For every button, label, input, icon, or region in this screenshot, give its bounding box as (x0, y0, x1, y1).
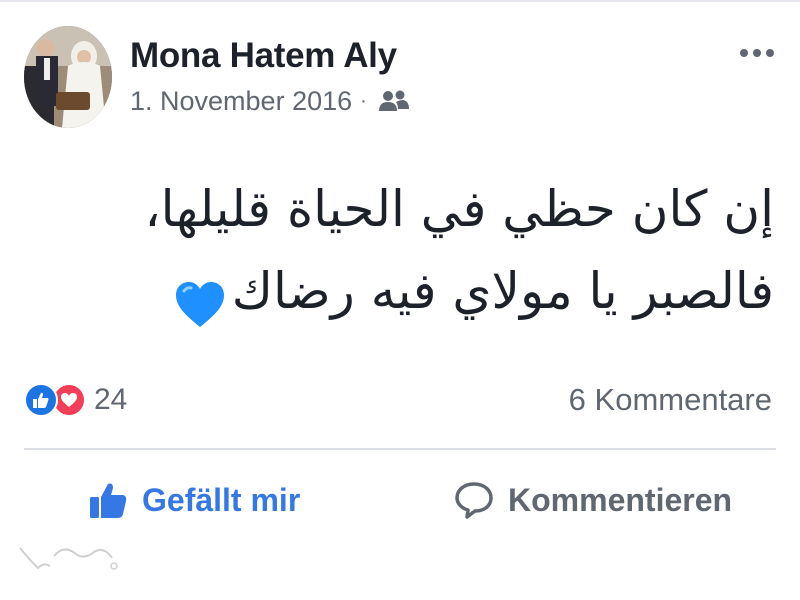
comments-count-link[interactable]: 6 Kommentare (569, 382, 772, 418)
message-line-1: إن كان حظي في الحياة قليلها، (144, 180, 774, 238)
post-meta: 1. November 2016 · (130, 86, 409, 117)
comment-icon (455, 482, 493, 519)
author-name[interactable]: Mona Hatem Aly (130, 36, 397, 76)
like-reaction-icon (24, 383, 58, 417)
message-line-2-text: فالصبر يا مولاي فيه رضاك (231, 262, 774, 320)
message-line-2: فالصبر يا مولاي فيه رضاك (134, 250, 774, 332)
facebook-post: Mona Hatem Aly 1. November 2016 · إن كان… (0, 0, 800, 600)
more-options-icon[interactable] (738, 38, 776, 68)
reaction-count: 24 (94, 383, 128, 416)
like-button-label: Gefällt mir (142, 481, 301, 518)
meta-separator: · (360, 90, 367, 112)
reactions-summary[interactable]: 24 (24, 380, 127, 420)
friends-icon[interactable] (378, 89, 409, 115)
watermark-logo (14, 536, 134, 584)
top-divider (0, 0, 800, 2)
comment-button[interactable]: Kommentieren (454, 472, 732, 528)
thumbs-up-icon (90, 483, 127, 518)
comment-button-label: Kommentieren (508, 481, 733, 518)
actions-divider (24, 448, 776, 450)
avatar-photo (24, 26, 112, 128)
post-message: إن كان حظي في الحياة قليلها، فالصبر يا م… (134, 168, 774, 332)
post-date[interactable]: 1. November 2016 (130, 86, 352, 117)
like-button[interactable]: Gefällt mir (88, 472, 300, 528)
author-avatar[interactable] (24, 26, 112, 128)
blue-heart-icon (174, 271, 226, 327)
